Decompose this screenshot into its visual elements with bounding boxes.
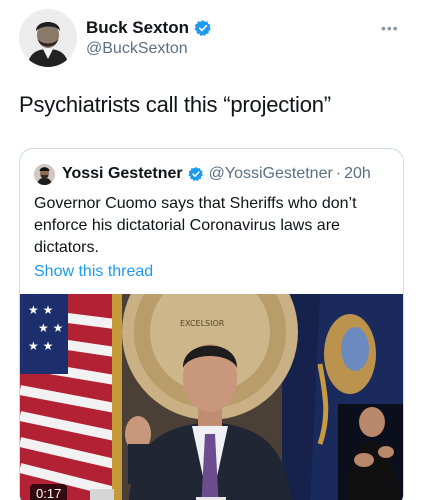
video-frame: ★ ★ ★ ★ ★ ★ EXCELSIOR xyxy=(20,294,403,500)
quoted-timestamp[interactable]: 20h xyxy=(344,165,371,183)
verified-badge-icon xyxy=(194,20,211,36)
author-name-row[interactable]: Buck Sexton xyxy=(86,17,212,39)
tweet[interactable]: Buck Sexton @BuckSexton ••• Psychiatrist… xyxy=(0,0,422,500)
quoted-display-name[interactable]: Yossi Gestetner xyxy=(62,165,183,183)
author-display-name[interactable]: Buck Sexton xyxy=(86,18,189,38)
more-horizontal-icon[interactable]: ••• xyxy=(381,20,399,36)
quoted-tweet-header: Yossi Gestetner @YossiGestetner · 20h xyxy=(34,163,371,185)
quoted-handle[interactable]: @YossiGestetner xyxy=(209,165,333,183)
author-avatar[interactable] xyxy=(19,9,77,67)
separator-dot: · xyxy=(335,165,342,182)
author-handle[interactable]: @BuckSexton xyxy=(86,40,188,58)
video-duration-badge: 0:17 xyxy=(30,484,68,500)
svg-text:★ ★: ★ ★ xyxy=(28,339,53,353)
quoted-author-avatar xyxy=(34,163,55,185)
seal-text: EXCELSIOR xyxy=(180,319,225,328)
show-thread-link[interactable]: Show this thread xyxy=(34,263,153,281)
quoted-tweet[interactable]: Yossi Gestetner @YossiGestetner · 20h Go… xyxy=(19,148,404,500)
tweet-text: Psychiatrists call this “projection” xyxy=(19,92,331,117)
verified-badge-icon xyxy=(188,167,203,182)
svg-text:★ ★: ★ ★ xyxy=(38,321,63,335)
svg-text:★ ★: ★ ★ xyxy=(28,303,53,317)
video-player[interactable]: ★ ★ ★ ★ ★ ★ EXCELSIOR 0:17 xyxy=(20,294,403,500)
quoted-tweet-text: Governor Cuomo says that Sheriffs who do… xyxy=(34,195,357,256)
